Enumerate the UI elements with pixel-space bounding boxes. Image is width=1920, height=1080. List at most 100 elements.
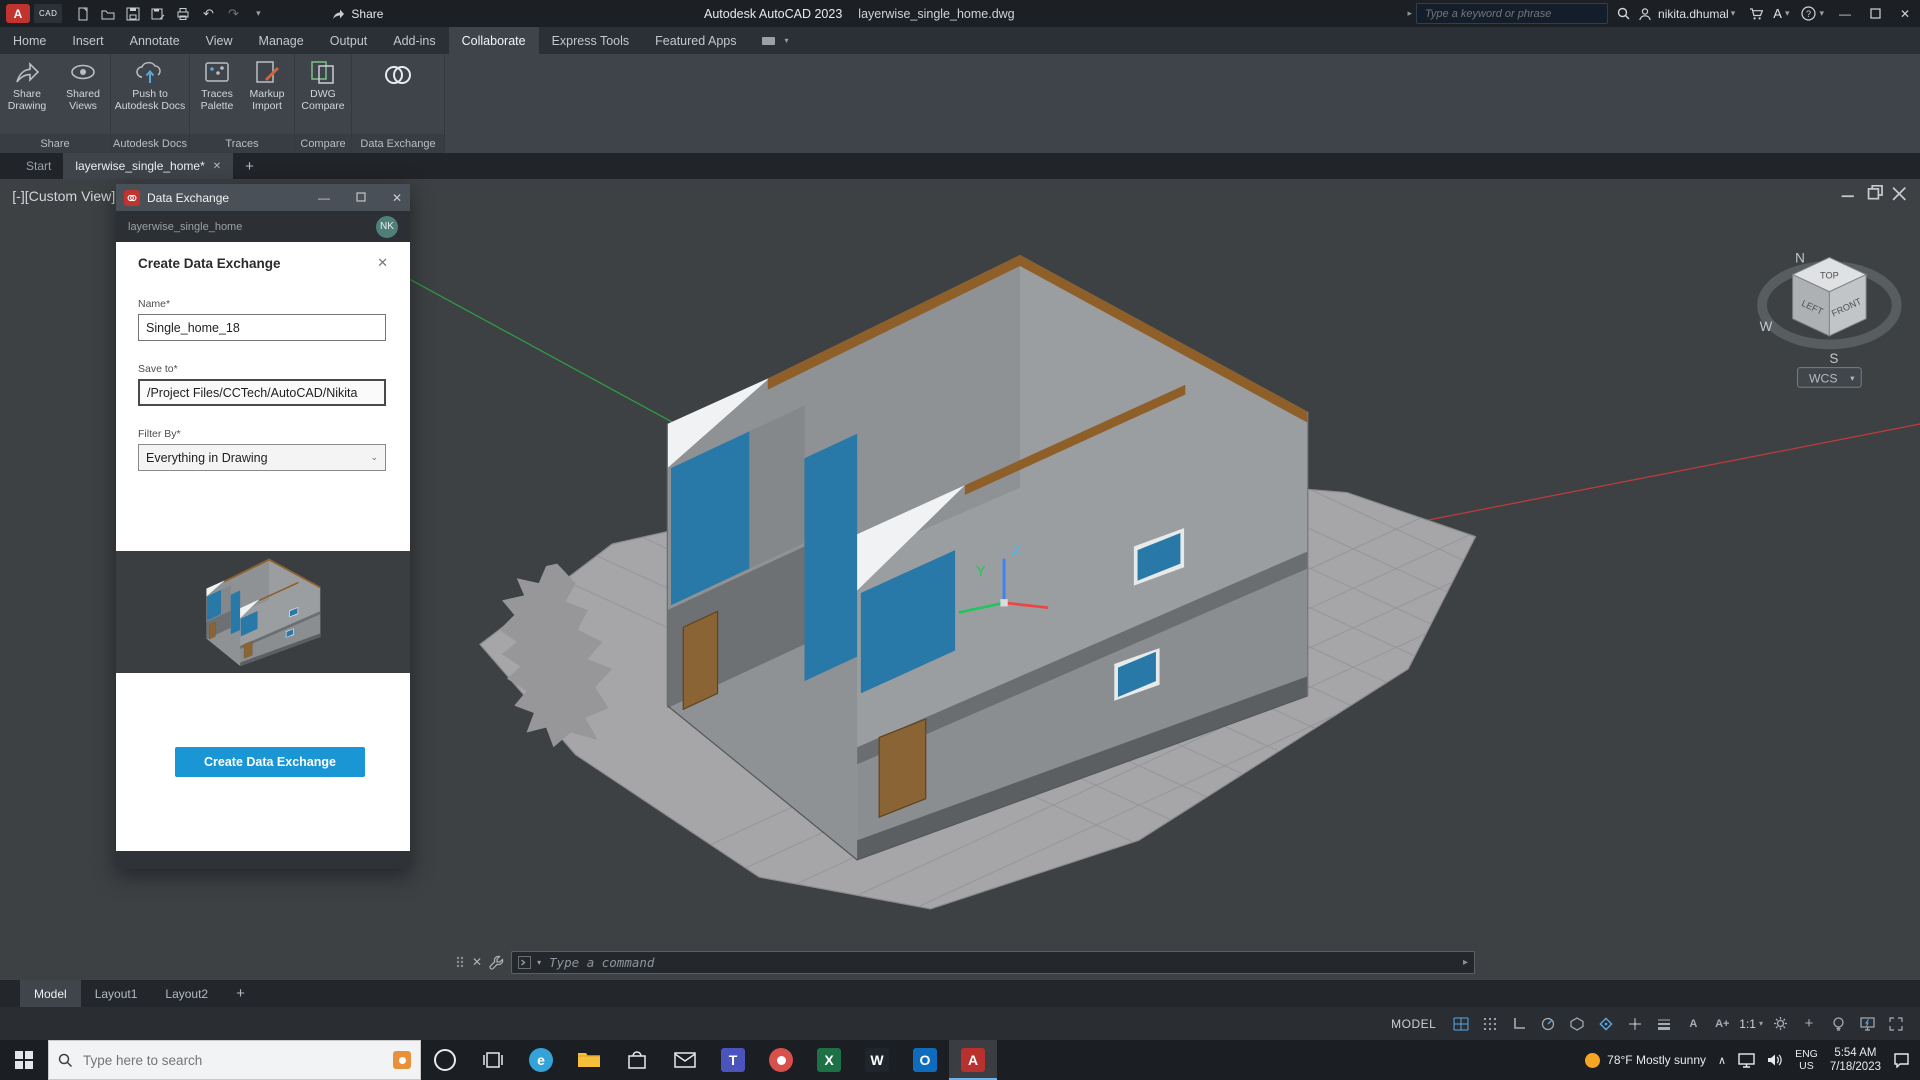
autocad-logo-cad[interactable]: CAD [34,4,62,23]
taskbar-app-file-explorer[interactable] [565,1040,613,1080]
network-icon[interactable] [1738,1053,1755,1068]
redo-icon[interactable]: ↷ [222,3,244,25]
panel-share-label[interactable]: Share [0,134,110,153]
autocad-logo[interactable]: A [6,4,30,23]
save-icon[interactable] [122,3,144,25]
lineweight-icon[interactable] [1652,1014,1676,1034]
cart-icon[interactable] [1745,3,1767,25]
search-icon[interactable] [1612,3,1634,25]
volume-icon[interactable] [1767,1053,1783,1067]
palette-minimize-icon[interactable]: — [318,191,330,205]
clean-screen-icon[interactable] [1884,1014,1908,1034]
user-avatar[interactable]: NK [376,216,398,238]
viewcube-west[interactable]: W [1760,319,1773,334]
new-layout-button[interactable]: + [222,980,259,1007]
undo-icon[interactable]: ↶ [197,3,219,25]
minimize-button[interactable]: — [1830,0,1860,27]
save-as-icon[interactable] [147,3,169,25]
palette-close-icon[interactable]: ✕ [392,191,402,205]
keyword-search-input[interactable] [1417,5,1623,24]
user-dropdown-icon[interactable]: ▾ [1731,8,1736,19]
markup-import-button[interactable]: Markup Import [243,59,291,112]
workspace-gear-icon[interactable] [1768,1014,1792,1034]
tab-annotate[interactable]: Annotate [117,27,193,54]
taskbar-app-teams[interactable]: T [709,1040,757,1080]
taskbar-search[interactable] [48,1040,421,1080]
plot-icon[interactable] [172,3,194,25]
share-drawing-button[interactable]: Share Drawing [0,59,54,112]
search-expand-icon[interactable]: ▸ [1407,8,1412,19]
tab-featured-apps[interactable]: Featured Apps [642,27,749,54]
tray-expand-icon[interactable]: ∧ [1718,1054,1726,1067]
taskbar-app-excel[interactable]: X [805,1040,853,1080]
annotation-visibility-icon[interactable]: A [1681,1014,1705,1034]
close-button[interactable]: ✕ [1890,0,1920,27]
new-icon[interactable] [72,3,94,25]
tab-express-tools[interactable]: Express Tools [539,27,643,54]
tab-home[interactable]: Home [0,27,59,54]
command-line[interactable]: ▾ ▸ [511,951,1475,974]
search-highlights-icon[interactable] [393,1051,411,1069]
autodesk-account-button[interactable]: A ▾ [1773,6,1789,21]
panel-compare-label[interactable]: Compare [295,134,351,153]
taskbar-app-word[interactable]: W [853,1040,901,1080]
command-drag-handle[interactable] [455,955,465,969]
model-space-button[interactable]: MODEL [1391,1017,1436,1031]
palette-restore-icon[interactable] [356,191,366,205]
file-tab-close-icon[interactable]: ✕ [213,161,221,172]
action-center-icon[interactable] [1893,1052,1910,1068]
ribbon-display-toggle[interactable]: ▾ [749,27,801,54]
saveto-field[interactable] [138,379,386,406]
ortho-icon[interactable] [1507,1014,1531,1034]
otrack-icon[interactable] [1623,1014,1647,1034]
command-input[interactable] [547,954,1457,971]
viewcube-north[interactable]: N [1795,250,1805,265]
push-to-autodesk-docs-button[interactable]: Push to Autodesk Docs [114,59,186,112]
taskbar-app-photos[interactable] [757,1040,805,1080]
graphics-performance-icon[interactable] [1855,1014,1879,1034]
file-tab-start[interactable]: Start [14,153,63,179]
palette-titlebar[interactable]: Data Exchange — ✕ [116,184,410,211]
panel-data-exchange-label[interactable]: Data Exchange [352,134,444,153]
taskbar-app-outlook[interactable]: O [901,1040,949,1080]
dialog-close-icon[interactable]: ✕ [377,255,388,271]
polar-tracking-icon[interactable] [1536,1014,1560,1034]
tab-view[interactable]: View [193,27,246,54]
layout-tab-layout1[interactable]: Layout1 [81,980,152,1007]
panel-traces-label[interactable]: Traces [190,134,294,153]
command-expand-icon[interactable]: ▸ [1463,957,1468,968]
share-button[interactable]: Share [331,7,383,21]
help-button[interactable]: ? ▾ [1801,6,1824,21]
tab-collaborate[interactable]: Collaborate [449,27,539,54]
tab-output[interactable]: Output [317,27,381,54]
traces-palette-button[interactable]: Traces Palette [193,59,241,112]
wcs-button[interactable]: WCS ▾ [1798,368,1862,388]
osnap-icon[interactable] [1594,1014,1618,1034]
open-icon[interactable] [97,3,119,25]
language-indicator[interactable]: ENG US [1795,1048,1818,1072]
autoscale-icon[interactable]: A+ [1710,1014,1734,1034]
tab-insert[interactable]: Insert [59,27,116,54]
snap-icon[interactable] [1478,1014,1502,1034]
dwg-compare-button[interactable]: DWG Compare [298,59,348,112]
isolate-objects-icon[interactable] [1826,1014,1850,1034]
taskbar-app-mail[interactable] [661,1040,709,1080]
taskbar-search-input[interactable] [81,1052,385,1069]
clock[interactable]: 5:54 AM 7/18/2023 [1830,1046,1881,1074]
annotation-scale-button[interactable]: 1:1 ▾ [1739,1017,1763,1031]
grid-icon[interactable] [1449,1014,1473,1034]
tab-manage[interactable]: Manage [246,27,317,54]
maximize-button[interactable] [1860,0,1890,27]
start-button[interactable] [0,1040,48,1080]
data-exchange-button[interactable] [376,59,420,91]
viewcube-south[interactable]: S [1829,351,1838,366]
taskbar-weather[interactable]: 78°F Mostly sunny [1585,1053,1706,1068]
panel-autodesk-docs-label[interactable]: Autodesk Docs [111,134,189,153]
taskbar-app-task-view[interactable] [469,1040,517,1080]
tab-addins[interactable]: Add-ins [380,27,448,54]
taskbar-app-edge[interactable]: e [517,1040,565,1080]
filter-by-select[interactable]: Everything in Drawing ⌄ [138,444,386,471]
keyword-search-field[interactable] [1416,3,1608,24]
taskbar-app-store[interactable] [613,1040,661,1080]
isodraft-icon[interactable] [1565,1014,1589,1034]
